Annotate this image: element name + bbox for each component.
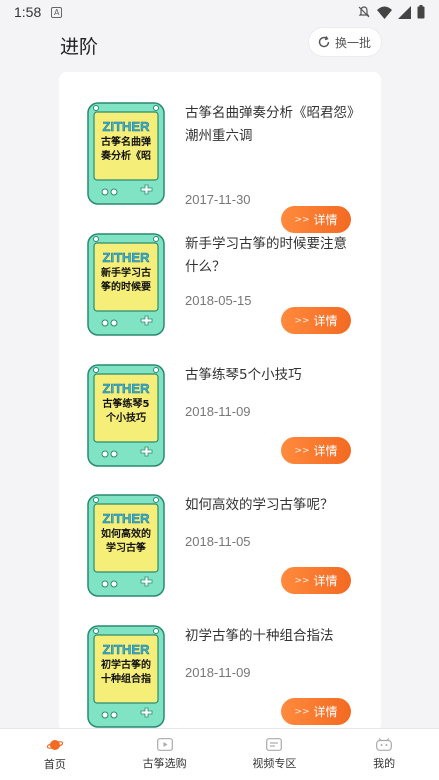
article-title[interactable]: 古筝练琴5个小技巧 <box>185 364 360 387</box>
article-date: 2018-11-05 <box>185 534 251 549</box>
arrow-icon: >> <box>294 214 310 225</box>
thumb-caption: 古筝名曲弹奏分析《昭 <box>101 137 151 162</box>
message-icon <box>266 738 283 751</box>
detail-button-label: 详情 <box>313 314 338 328</box>
list-item[interactable]: ZITHER 如何高效的学习古筝 如何高效的学习古筝呢？ 2018-11-05 … <box>59 494 381 624</box>
thumb-caption: 如何高效的学习古筝 <box>101 529 151 554</box>
detail-button[interactable]: >> 详情 <box>281 567 351 594</box>
thumb-brand: ZITHER <box>103 119 151 134</box>
article-list-card: ZITHER 古筝名曲弹奏分析《昭 古筝名曲弹奏分析《昭君怨》潮州重六调 201… <box>59 72 381 732</box>
detail-button-label: 详情 <box>313 213 338 227</box>
detail-button-label: 详情 <box>313 444 338 458</box>
bell-off-icon <box>358 6 370 18</box>
detail-button[interactable]: >> 详情 <box>281 437 351 464</box>
notification-a-icon: A <box>51 6 63 18</box>
tab-mine[interactable]: 我的 <box>329 729 439 780</box>
detail-button-label: 详情 <box>313 705 338 719</box>
thumb-caption: 新手学习古筝的时候要 <box>101 268 151 293</box>
thumb-brand: ZITHER <box>103 250 151 265</box>
status-icons <box>357 5 425 19</box>
status-time: 1:58 <box>14 4 42 20</box>
battery-icon <box>417 5 425 19</box>
detail-button[interactable]: >> 详情 <box>281 206 351 233</box>
page-title: 进阶 <box>60 35 99 58</box>
tab-label: 首页 <box>43 757 66 771</box>
signal-icon <box>398 5 411 19</box>
arrow-icon: >> <box>294 315 310 326</box>
thumb-caption: 古筝练琴5个小技巧 <box>102 399 150 424</box>
article-title[interactable]: 古筝名曲弹奏分析《昭君怨》潮州重六调 <box>185 102 360 148</box>
list-item[interactable]: ZITHER 古筝名曲弹奏分析《昭 古筝名曲弹奏分析《昭君怨》潮州重六调 201… <box>59 102 381 233</box>
thumb-brand: ZITHER <box>103 511 151 526</box>
thumb-brand: ZITHER <box>103 381 151 396</box>
tab-zither-shop[interactable]: 古筝选购 <box>110 729 220 780</box>
article-title[interactable]: 初学古筝的十种组合指法 <box>185 625 360 648</box>
article-title[interactable]: 新手学习古筝的时候要注意什么？ <box>185 233 360 279</box>
thumb-caption: 初学古筝的十种组合指 <box>101 660 151 685</box>
tab-videos[interactable]: 视频专区 <box>220 729 330 780</box>
thumb-brand: ZITHER <box>103 642 151 657</box>
arrow-icon: >> <box>294 445 310 456</box>
article-date: 2017-11-30 <box>185 192 251 207</box>
refresh-icon <box>318 36 330 48</box>
refresh-batch-button[interactable]: 换一批 <box>308 28 381 56</box>
bottom-tab-bar: 首页 古筝选购 视频专区 我的 <box>0 728 439 780</box>
detail-button[interactable]: >> 详情 <box>281 698 351 725</box>
arrow-icon: >> <box>294 706 310 717</box>
detail-button-label: 详情 <box>313 574 338 588</box>
tab-label: 视频专区 <box>252 757 297 770</box>
list-item[interactable]: ZITHER 新手学习古筝的时候要 新手学习古筝的时候要注意什么？ 2018-0… <box>59 233 381 363</box>
planet-icon <box>46 739 63 750</box>
list-item[interactable]: ZITHER 古筝练琴5个小技巧 古筝练琴5个小技巧 2018-11-09 >>… <box>59 364 381 494</box>
list-item[interactable]: ZITHER 初学古筝的十种组合指 初学古筝的十种组合指法 2018-11-09… <box>59 625 381 732</box>
article-title[interactable]: 如何高效的学习古筝呢？ <box>185 494 360 517</box>
detail-button[interactable]: >> 详情 <box>281 307 351 334</box>
status-bar: 1:58 A <box>0 0 439 24</box>
refresh-batch-label: 换一批 <box>334 35 371 50</box>
face-icon <box>376 738 393 751</box>
tab-label: 古筝选购 <box>142 757 187 770</box>
wifi-icon <box>377 6 392 19</box>
article-date: 2018-05-15 <box>185 293 252 308</box>
tab-label: 我的 <box>373 757 396 770</box>
article-date: 2018-11-09 <box>185 665 251 680</box>
play-icon <box>156 738 173 751</box>
tab-home[interactable]: 首页 <box>0 729 110 780</box>
article-date: 2018-11-09 <box>185 404 251 419</box>
arrow-icon: >> <box>294 575 310 586</box>
